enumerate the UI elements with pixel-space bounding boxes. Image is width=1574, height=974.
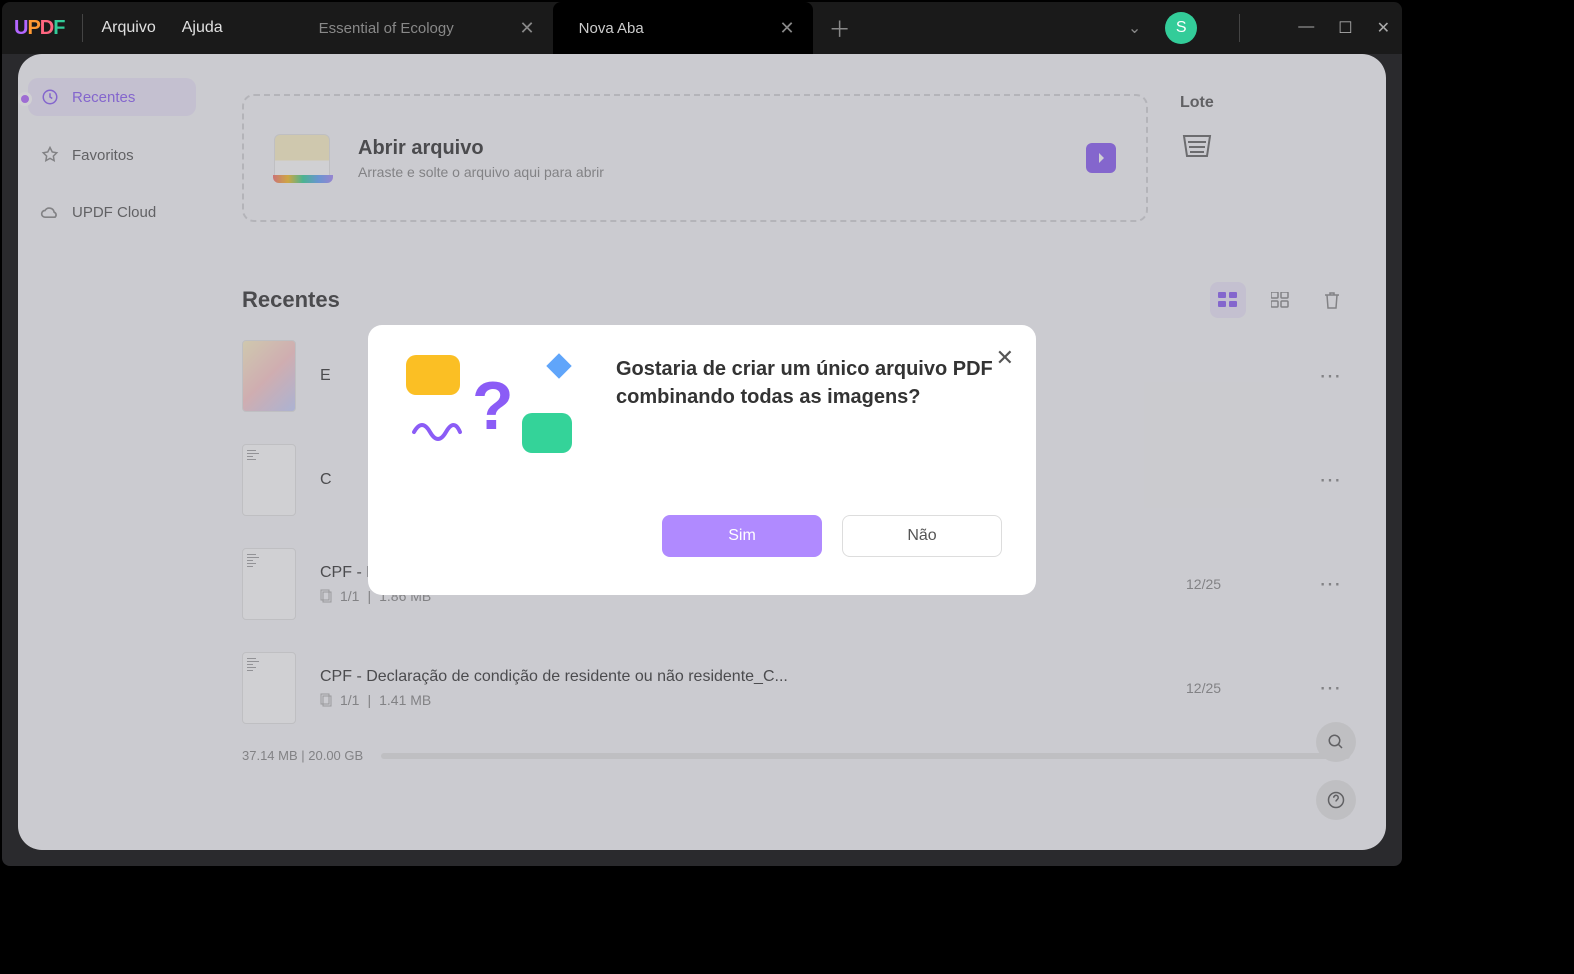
tab-label: Essential of Ecology [319,20,454,37]
modal-question: Gostaria de criar um único arquivo PDF c… [616,355,1002,411]
menu-file[interactable]: Arquivo [101,19,155,37]
close-icon[interactable]: ✕ [780,18,795,39]
combine-images-modal: ✕ ? Gostaria de criar um único arquivo P… [368,325,1036,595]
avatar[interactable]: S [1165,12,1197,44]
close-window-icon[interactable]: ✕ [1377,18,1390,38]
modal-overlay: ✕ ? Gostaria de criar um único arquivo P… [2,54,1402,866]
close-icon[interactable]: ✕ [520,18,535,39]
chevron-down-icon[interactable]: ⌄ [1128,18,1141,38]
tab-label: Nova Aba [579,20,644,37]
question-illustration: ? [402,355,582,475]
minimize-icon[interactable]: — [1298,18,1314,38]
no-button[interactable]: Não [842,515,1002,557]
tab-inactive[interactable]: Essential of Ecology ✕ [293,2,553,54]
divider [1239,14,1240,42]
titlebar: UPDF Arquivo Ajuda Essential of Ecology … [2,2,1402,54]
divider [82,14,83,42]
yes-button[interactable]: Sim [662,515,822,557]
maximize-icon[interactable]: ☐ [1338,18,1352,38]
menu-help[interactable]: Ajuda [182,19,223,37]
app-logo: UPDF [14,17,64,40]
tab-active[interactable]: Nova Aba ✕ [553,2,813,54]
new-tab-button[interactable]: ＋ [813,12,867,44]
close-icon[interactable]: ✕ [996,345,1014,371]
